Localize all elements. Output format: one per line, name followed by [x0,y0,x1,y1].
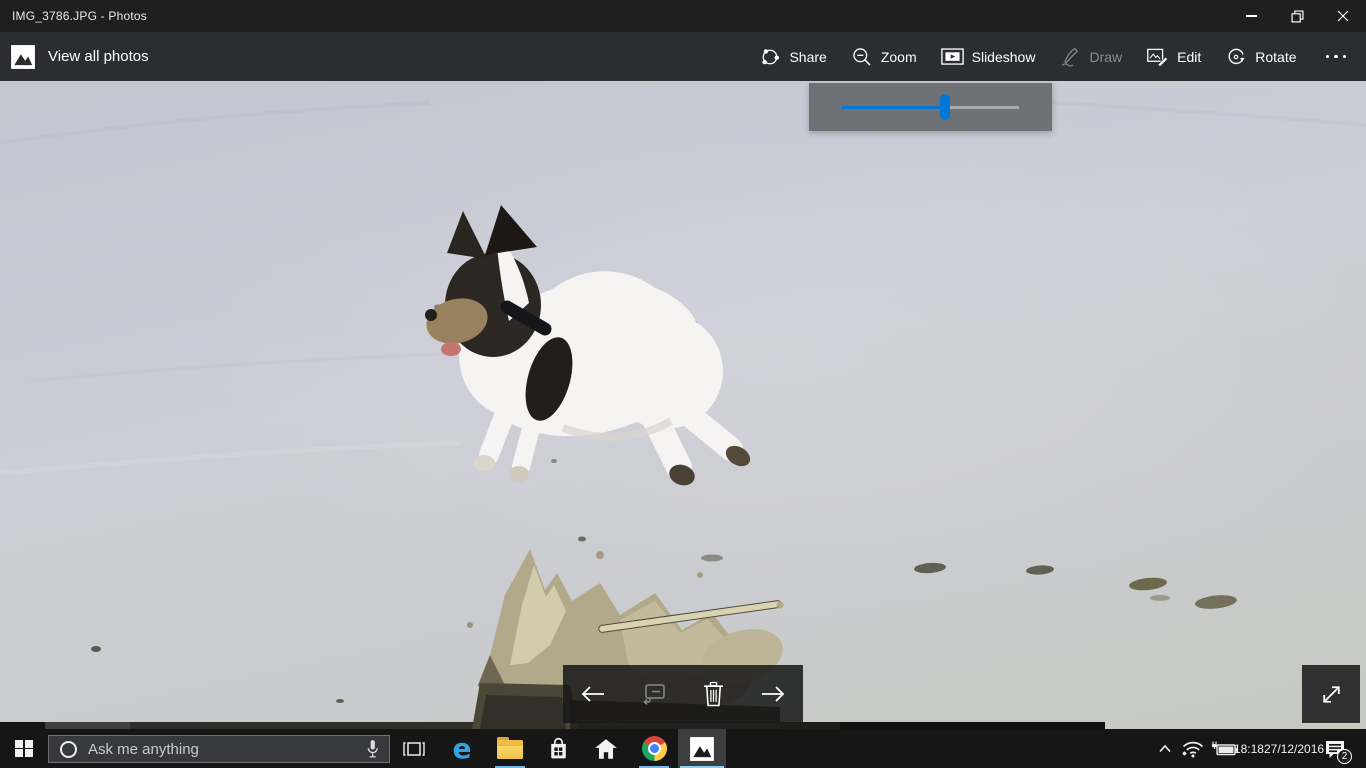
minimize-button[interactable] [1228,0,1274,32]
arrow-right-icon [758,683,788,705]
edge-icon: e [453,736,472,762]
slideshow-button[interactable]: Slideshow [932,41,1045,73]
photos-app-icon [10,44,36,70]
window-controls [1228,0,1366,32]
notification-badge: 2 [1337,749,1352,764]
previous-photo-button[interactable] [572,673,614,715]
jumping-dog [413,203,763,493]
rotate-label: Rotate [1255,49,1296,65]
edit-label: Edit [1177,49,1201,65]
zoom-label: Zoom [881,49,917,65]
zoom-button[interactable]: Zoom [842,40,926,74]
wifi-icon [1181,739,1205,758]
task-view-icon [402,738,426,760]
window-title: IMG_3786.JPG - Photos [12,9,147,23]
share-icon [759,46,781,68]
chrome-icon [642,736,667,761]
toolbar-actions: Share Zoom Slideshow Draw Edit Rotate [750,40,1360,74]
trash-icon [702,681,725,707]
chevron-up-icon [1158,744,1172,753]
delete-button[interactable] [692,673,734,715]
search-placeholder: Ask me anything [88,741,199,758]
hidden-icons-button[interactable] [1152,729,1178,768]
close-icon [1337,10,1349,22]
share-button[interactable]: Share [750,40,835,74]
microphone-button[interactable] [365,739,380,760]
slideshow-icon [941,47,964,67]
photo-canvas[interactable] [0,81,1366,729]
edit-button[interactable]: Edit [1137,40,1210,74]
zoom-slider-thumb[interactable] [940,94,950,120]
start-button[interactable] [0,729,48,768]
task-view-button[interactable] [390,729,438,768]
rotate-button[interactable]: Rotate [1216,40,1305,74]
cortana-icon [60,741,77,758]
title-bar: IMG_3786.JPG - Photos [0,0,1366,32]
windows-logo-icon [15,740,33,758]
view-all-photos-button[interactable]: View all photos [0,32,159,81]
add-to-album-icon [640,682,667,706]
view-all-photos-label: View all photos [48,48,149,65]
zoom-out-icon [851,46,873,68]
restore-button[interactable] [1274,0,1320,32]
slideshow-label: Slideshow [972,49,1036,65]
next-photo-button[interactable] [752,673,794,715]
network-button[interactable] [1178,729,1208,768]
arrow-left-icon [578,683,608,705]
viewer-control-bar [563,665,803,723]
edge-button[interactable]: e [438,729,486,768]
store-icon [546,736,571,761]
zoom-slider [842,94,1019,120]
home-app-button[interactable] [582,729,630,768]
see-more-icon [1326,55,1330,59]
taskbar: Ask me anything e [0,729,1366,768]
fullscreen-button[interactable] [1302,665,1360,723]
rotate-icon [1225,46,1247,68]
cortana-search-box[interactable]: Ask me anything [48,735,390,763]
system-tray: 18:18 27/12/2016 2 [1152,729,1366,768]
app-command-bar: View all photos Share Zoom Slideshow Dra… [0,32,1366,81]
draw-button[interactable]: Draw [1050,40,1131,74]
minimize-icon [1246,15,1257,17]
tray-time: 18:18 [1234,742,1264,756]
restore-icon [1291,10,1304,23]
chrome-button[interactable] [630,729,678,768]
action-center-button[interactable]: 2 [1316,729,1354,768]
close-button[interactable] [1320,0,1366,32]
fullscreen-expand-icon [1319,682,1344,707]
share-label: Share [789,49,826,65]
zoom-slider-popup [809,83,1052,131]
microphone-icon [365,739,380,760]
store-button[interactable] [534,729,582,768]
draw-label: Draw [1089,49,1122,65]
edit-image-icon [1146,46,1169,68]
file-explorer-icon [497,740,523,759]
file-explorer-button[interactable] [486,729,534,768]
home-icon [593,737,619,761]
photos-taskbar-icon [689,736,715,762]
add-to-album-button[interactable] [632,673,674,715]
clock[interactable]: 18:18 27/12/2016 [1242,729,1316,768]
draw-pen-icon [1059,46,1081,68]
photos-app-button[interactable] [678,729,726,768]
zoom-slider-fill [842,106,945,109]
photos-app-window: IMG_3786.JPG - Photos View all photos Sh… [0,0,1366,768]
see-more-button[interactable] [1312,49,1361,65]
